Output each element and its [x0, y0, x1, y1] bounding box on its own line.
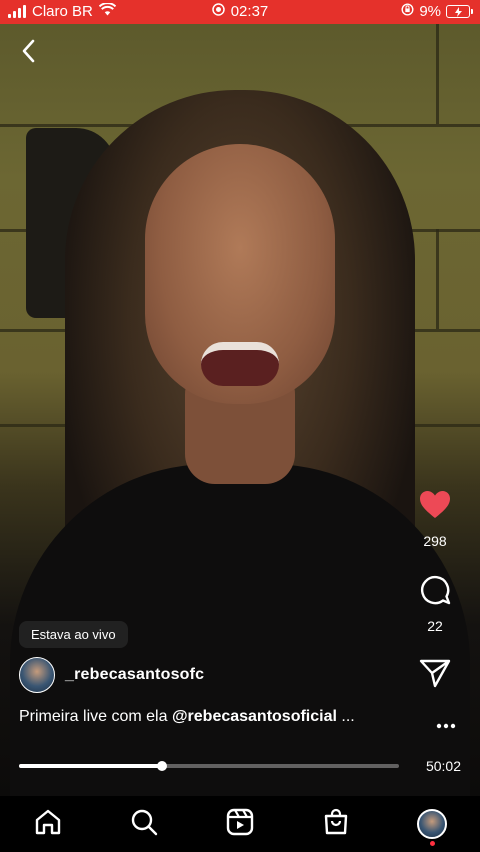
like-button[interactable]: 298 [419, 490, 451, 549]
live-replay-label: Estava ao vivo [31, 627, 116, 642]
signal-icon [8, 5, 26, 18]
comment-icon[interactable] [419, 573, 451, 610]
author-avatar[interactable] [19, 657, 55, 693]
video-duration: 50:02 [425, 758, 461, 774]
like-count: 298 [423, 533, 447, 549]
wifi-icon [98, 2, 117, 20]
progress-fill [19, 764, 162, 768]
author-row[interactable]: _rebecasantosofc [19, 657, 204, 693]
status-time: 02:37 [230, 3, 269, 20]
reels-icon[interactable] [226, 808, 254, 841]
home-icon[interactable] [34, 808, 62, 841]
live-replay-tag: Estava ao vivo [19, 621, 128, 648]
search-icon[interactable] [130, 808, 158, 841]
nav-reels[interactable] [220, 804, 260, 844]
caption-mention[interactable]: @rebecasantosoficial [172, 708, 337, 725]
nav-shop[interactable] [316, 804, 356, 844]
more-icon[interactable] [436, 712, 456, 734]
caption-ellipsis: ... [336, 708, 355, 725]
battery-percent: 9% [419, 3, 441, 20]
author-username[interactable]: _rebecasantosofc [65, 666, 204, 684]
battery-charging-icon [446, 5, 473, 18]
profile-avatar[interactable] [417, 809, 447, 839]
caption-text: Primeira live com ela [19, 708, 172, 725]
comment-count: 22 [427, 618, 443, 634]
bottom-nav [0, 796, 480, 852]
nav-profile[interactable] [412, 804, 452, 846]
status-bar: Claro BR 02:37 9% [0, 0, 480, 24]
share-button[interactable] [419, 658, 451, 693]
caption[interactable]: Primeira live com ela @rebecasantosofici… [19, 708, 355, 726]
action-rail: 298 22 [406, 490, 464, 693]
carrier-name: Claro BR [32, 3, 93, 20]
rotation-lock-icon [401, 3, 414, 20]
share-icon[interactable] [419, 658, 451, 693]
progress-bar[interactable] [19, 761, 399, 771]
heart-icon[interactable] [419, 490, 451, 525]
more-options-button[interactable] [436, 712, 456, 735]
back-button[interactable] [16, 38, 42, 64]
progress-handle[interactable] [156, 761, 167, 771]
nav-search[interactable] [124, 804, 164, 844]
recording-icon [211, 3, 225, 20]
comment-button[interactable]: 22 [419, 573, 451, 634]
notification-dot [430, 841, 435, 846]
shop-icon[interactable] [322, 808, 350, 841]
nav-home[interactable] [28, 804, 68, 844]
